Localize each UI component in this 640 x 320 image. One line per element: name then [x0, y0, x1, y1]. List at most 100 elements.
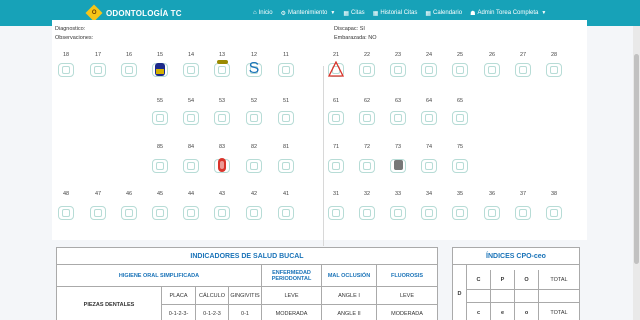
- tooth-number: 65: [456, 98, 464, 104]
- tooth-chart-cell[interactable]: [359, 63, 375, 77]
- tooth-chart-cell[interactable]: [421, 111, 437, 125]
- nav-label: Inicio: [258, 10, 273, 16]
- tooth-chart-cell[interactable]: [183, 111, 199, 125]
- tooth-number: 84: [187, 144, 195, 150]
- ceo-c: c: [467, 303, 491, 320]
- tooth-chart-cell[interactable]: [421, 206, 437, 220]
- tooth-chart-cell[interactable]: [390, 63, 406, 77]
- tooth-chart-cell[interactable]: [546, 206, 562, 220]
- tooth-number: 71: [332, 144, 340, 150]
- tooth-chart-cell[interactable]: [546, 63, 562, 77]
- tooth-number: 53: [218, 98, 226, 104]
- tooth-number: 37: [519, 191, 527, 197]
- cpo-o-value[interactable]: [515, 290, 539, 303]
- tooth-chart-cell[interactable]: [484, 206, 500, 220]
- tooth-chart-cell[interactable]: [390, 206, 406, 220]
- cpo-total-value[interactable]: [539, 290, 579, 303]
- brand[interactable]: O ODONTOLOGÍA TC: [85, 4, 182, 22]
- tooth-chart-cell[interactable]: [246, 206, 262, 220]
- triangle-marker-icon: [328, 60, 344, 78]
- discapacidad-field: Discapac: SI: [334, 26, 365, 32]
- tooth-chart-cell[interactable]: [90, 206, 106, 220]
- tooth-chart-cell[interactable]: [183, 63, 199, 77]
- tooth-chart-cell[interactable]: [328, 60, 344, 78]
- tooth-chart-cell[interactable]: [121, 63, 137, 77]
- tooth-number: 35: [456, 191, 464, 197]
- tooth-chart-cell[interactable]: [58, 63, 74, 77]
- gears-icon: ⚙: [280, 10, 287, 17]
- nav-user-menu[interactable]: ☗ Admin Torea Completa ▼: [470, 10, 546, 17]
- tooth-chart-cell[interactable]: [421, 159, 437, 173]
- nav-citas[interactable]: ▦ Citas: [343, 10, 364, 17]
- tooth-chart-cell[interactable]: [90, 63, 106, 77]
- tooth-chart-cell[interactable]: [152, 159, 168, 173]
- tooth-chart-cell[interactable]: [214, 60, 230, 77]
- tooth-chart-cell[interactable]: [390, 111, 406, 125]
- page-scrollbar[interactable]: [633, 26, 640, 320]
- tooth-number: 17: [94, 52, 102, 58]
- tooth-chart-cell[interactable]: [278, 63, 294, 77]
- tooth-chart-cell[interactable]: [246, 159, 262, 173]
- tooth-chart-cell[interactable]: [452, 206, 468, 220]
- tooth-number: 85: [156, 144, 164, 150]
- calendar-icon: ▦: [425, 10, 432, 17]
- gray-square-marker-icon: [390, 156, 406, 174]
- periodontal-moderada[interactable]: MODERADA: [262, 305, 322, 320]
- tooth-chart-cell[interactable]: [359, 111, 375, 125]
- tooth-number: 46: [125, 191, 133, 197]
- tooth-chart-cell[interactable]: [58, 206, 74, 220]
- tooth-chart-cell[interactable]: [328, 159, 344, 173]
- crown-marker-icon: [152, 60, 168, 78]
- tooth-number: 16: [125, 52, 133, 58]
- nav-historial-citas[interactable]: ▦ Historial Citas: [373, 10, 418, 17]
- tooth-chart-cell[interactable]: [121, 206, 137, 220]
- tooth-chart-cell[interactable]: [152, 60, 168, 78]
- nav-inicio[interactable]: ⌂ Inicio: [253, 10, 273, 16]
- scrollbar-thumb[interactable]: [634, 54, 639, 264]
- cpo-c-value[interactable]: [467, 290, 491, 303]
- tooth-chart-cell[interactable]: [278, 206, 294, 220]
- fluorosis-leve[interactable]: LEVE: [377, 287, 437, 305]
- tooth-number: 21: [332, 52, 340, 58]
- tooth-chart-cell[interactable]: [421, 63, 437, 77]
- tooth-number: 52: [250, 98, 258, 104]
- tooth-chart-cell[interactable]: [328, 111, 344, 125]
- tooth-chart-cell[interactable]: [359, 206, 375, 220]
- cpo-d-label: D: [453, 265, 467, 320]
- tooth-chart-cell[interactable]: [452, 63, 468, 77]
- tooth-number: 47: [94, 191, 102, 197]
- tooth-chart-cell[interactable]: [515, 206, 531, 220]
- periodontal-leve[interactable]: LEVE: [262, 287, 322, 305]
- tooth-chart-cell[interactable]: S: [246, 60, 262, 77]
- tooth-chart-cell[interactable]: [484, 63, 500, 77]
- tooth-chart-cell[interactable]: [183, 206, 199, 220]
- nav-calendario[interactable]: ▦ Calendario: [425, 10, 462, 17]
- tooth-chart-cell[interactable]: [328, 206, 344, 220]
- tooth-chart-cell[interactable]: [183, 159, 199, 173]
- tooth-chart-cell[interactable]: [214, 206, 230, 220]
- nav-label: Citas: [351, 10, 365, 16]
- tooth-chart-cell[interactable]: [246, 111, 262, 125]
- tooth-number: 82: [250, 144, 258, 150]
- cpo-p-value[interactable]: [491, 290, 515, 303]
- tooth-chart-cell[interactable]: [452, 111, 468, 125]
- tooth-chart-cell[interactable]: [359, 159, 375, 173]
- tooth-chart-cell[interactable]: [278, 111, 294, 125]
- tooth-chart-cell[interactable]: [390, 159, 406, 173]
- caret-down-icon: ▼: [541, 10, 547, 16]
- tooth-chart-cell[interactable]: [452, 159, 468, 173]
- tooth-chart-cell[interactable]: [214, 111, 230, 125]
- tooth-chart-cell[interactable]: [515, 63, 531, 77]
- tooth-chart-cell[interactable]: [152, 206, 168, 220]
- odontogram-panel: Diagnostico: Observaciones: Discapac: SI…: [52, 20, 587, 246]
- angle-2[interactable]: ANGLE II: [322, 305, 377, 320]
- tooth-number: 31: [332, 191, 340, 197]
- tooth-number: 75: [456, 144, 464, 150]
- embarazada-field: Embarazada: NO: [334, 35, 377, 41]
- fluorosis-moderada[interactable]: MODERADA: [377, 305, 437, 320]
- tooth-chart-cell[interactable]: [214, 158, 230, 173]
- nav-mantenimiento[interactable]: ⚙ Mantenimiento ▼: [281, 10, 336, 17]
- angle-1[interactable]: ANGLE I: [322, 287, 377, 305]
- tooth-chart-cell[interactable]: [152, 111, 168, 125]
- tooth-chart-cell[interactable]: [278, 159, 294, 173]
